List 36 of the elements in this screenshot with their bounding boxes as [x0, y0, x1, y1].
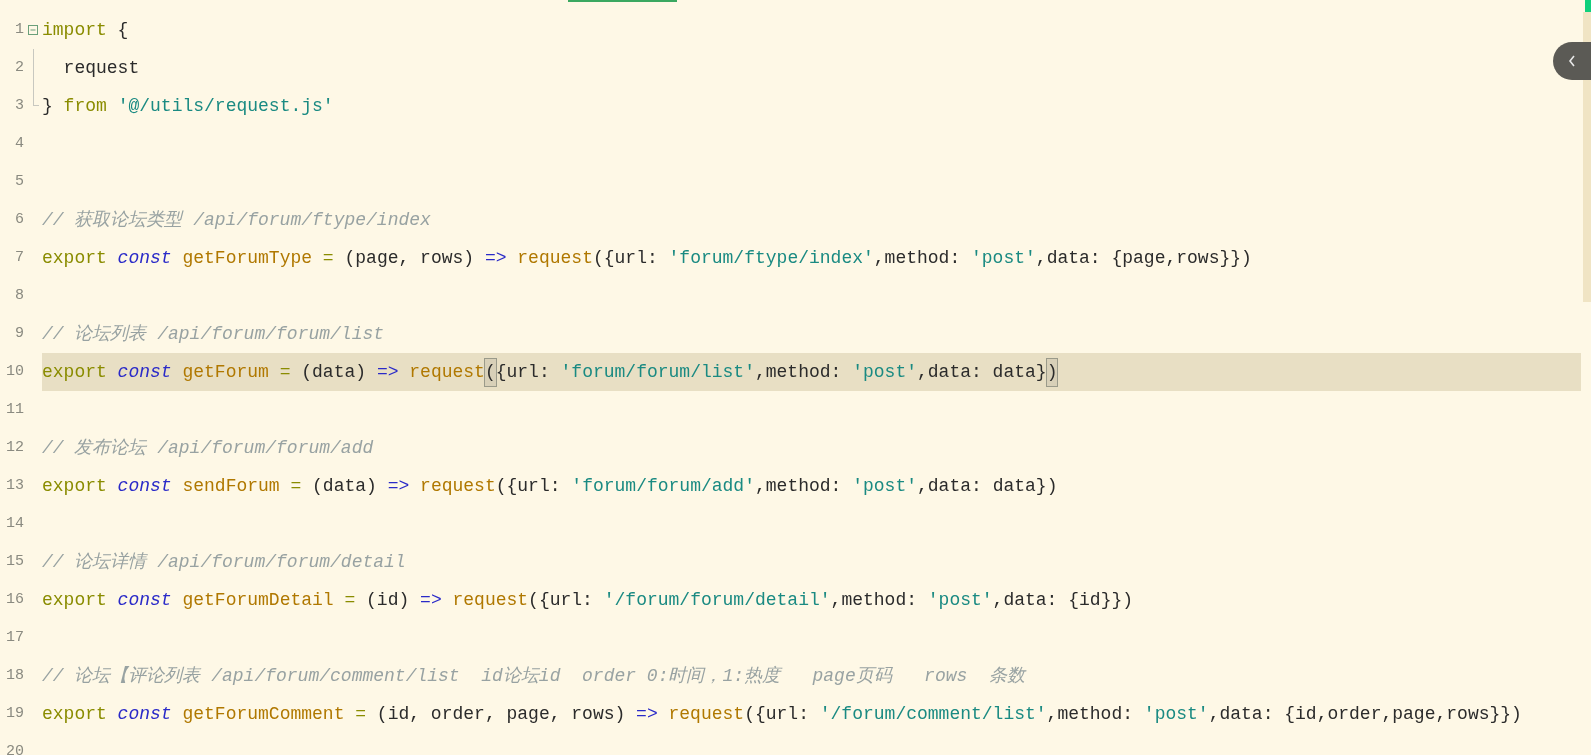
line-number: 8 — [14, 285, 24, 306]
code-line: export const getForumComment = (id, order, page, rows) => request({url: '/forum/comment/list',method: 'post',data: {id,order,page,rows}}) — [42, 702, 1522, 726]
code-line: export const getForumDetail = (id) => request({url: '/forum/forum/detail',method: 'post',data: {id}}) — [42, 588, 1134, 612]
scroll-marker — [1585, 0, 1591, 12]
line-number: 16 — [5, 589, 24, 610]
line-number: 13 — [5, 475, 24, 496]
chevron-left-icon — [1567, 54, 1577, 68]
line-number: 3 — [14, 95, 24, 116]
line-number: 15 — [5, 551, 24, 572]
fold-icon[interactable] — [28, 25, 38, 35]
code-line: // 获取论坛类型 /api/forum/ftype/index — [42, 208, 431, 232]
code-line: export const getForumType = (page, rows) => request({url: 'forum/ftype/index',method: 'post',data: {page,rows}}) — [42, 246, 1252, 270]
line-number: 14 — [5, 513, 24, 534]
line-number: 7 — [14, 247, 24, 268]
line-number: 19 — [5, 703, 24, 724]
line-number: 9 — [14, 323, 24, 344]
code-line: } from '@/utils/request.js' — [42, 94, 334, 118]
line-number: 20 — [5, 741, 24, 755]
line-number: 18 — [5, 665, 24, 686]
code-line: // 论坛详情 /api/forum/forum/detail — [42, 550, 406, 574]
line-number: 6 — [14, 209, 24, 230]
line-number: 12 — [5, 437, 24, 458]
code-line: // 发布论坛 /api/forum/forum/add — [42, 436, 374, 460]
code-line: export const sendForum = (data) => request({url: 'forum/forum/add',method: 'post',data: data}) — [42, 474, 1058, 498]
line-number: 11 — [5, 399, 24, 420]
line-number: 5 — [14, 171, 24, 192]
line-number: 1 — [14, 19, 24, 40]
line-number: 2 — [14, 57, 24, 78]
code-line: // 论坛列表 /api/forum/forum/list — [42, 322, 385, 346]
line-number: 4 — [14, 133, 24, 154]
code-line: // 论坛【评论列表 /api/forum/comment/list id论坛id order 0:时间，1:热度 page页码 rows 条数 — [42, 664, 1025, 688]
code-line: request — [62, 56, 140, 80]
line-number: 17 — [5, 627, 24, 648]
code-line: import { — [42, 18, 129, 42]
collapse-button[interactable] — [1553, 42, 1591, 80]
line-number: 10 — [5, 361, 24, 382]
